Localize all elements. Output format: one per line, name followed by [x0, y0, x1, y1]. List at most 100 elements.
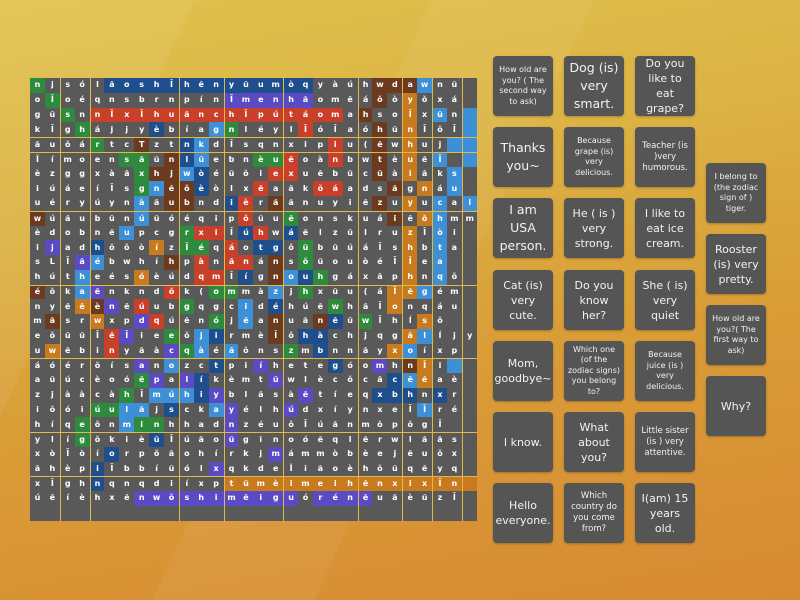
grid-cell[interactable]: q [298, 78, 313, 93]
grid-cell[interactable]: h [268, 358, 284, 373]
grid-cell[interactable]: ú [44, 210, 60, 226]
grid-cell[interactable]: ŭ [193, 151, 209, 167]
grid-cell[interactable]: ú [178, 432, 194, 447]
grid-cell[interactable]: ă [30, 137, 45, 152]
grid-cell[interactable]: u [268, 151, 284, 167]
grid-cell[interactable]: g [417, 284, 433, 300]
grid-cell[interactable]: u [44, 137, 60, 152]
grid-cell[interactable]: x [312, 284, 328, 300]
grid-cell[interactable]: b [387, 387, 403, 403]
grid-cell[interactable] [402, 505, 418, 521]
word-card[interactable]: He ( is ) very strong. [564, 198, 624, 258]
grid-cell[interactable] [446, 151, 462, 167]
grid-cell[interactable]: p [387, 417, 403, 432]
grid-cell[interactable]: ŏ [149, 446, 165, 462]
grid-cell[interactable]: d [44, 225, 60, 241]
grid-cell[interactable]: ú [342, 78, 358, 93]
grid-cell[interactable]: è [193, 181, 209, 196]
grid-cell[interactable]: ó [342, 358, 358, 373]
grid-cell[interactable]: q [327, 432, 343, 447]
grid-cell[interactable]: n [268, 255, 284, 270]
grid-cell[interactable]: x [30, 476, 45, 491]
grid-cell[interactable]: a [268, 181, 284, 196]
grid-cell[interactable]: n [74, 107, 90, 123]
grid-cell[interactable]: b [178, 196, 194, 211]
grid-cell[interactable]: s [134, 78, 150, 93]
grid-cell[interactable]: ( [357, 284, 373, 300]
grid-cell[interactable]: o [298, 210, 313, 226]
grid-cell[interactable]: u [446, 299, 462, 314]
grid-cell[interactable]: í [193, 373, 209, 388]
grid-cell[interactable]: n [223, 122, 239, 137]
grid-cell[interactable]: í [104, 358, 120, 373]
grid-cell[interactable]: m [208, 269, 224, 285]
grid-cell[interactable]: ă [74, 255, 90, 270]
grid-cell[interactable]: ă [417, 166, 433, 182]
grid-cell[interactable] [446, 505, 462, 521]
grid-cell[interactable]: b [327, 166, 343, 182]
grid-cell[interactable]: e [74, 417, 90, 432]
grid-cell[interactable]: d [387, 78, 403, 93]
grid-cell[interactable]: m [238, 373, 254, 388]
grid-cell[interactable]: ă [283, 181, 299, 196]
grid-cell[interactable]: ă [253, 387, 269, 403]
grid-cell[interactable]: s [30, 255, 45, 270]
grid-cell[interactable]: á [74, 137, 90, 152]
grid-cell[interactable]: x [387, 476, 403, 491]
word-card[interactable]: Which one (of the zodiac signs) you belo… [564, 341, 624, 401]
grid-cell[interactable]: a [446, 240, 462, 255]
grid-cell[interactable]: k [432, 166, 447, 182]
word-card[interactable]: I(am) 15 years old. [635, 483, 695, 543]
grid-cell[interactable]: b [134, 92, 150, 108]
grid-cell[interactable]: í [59, 491, 75, 506]
grid-cell[interactable]: x [312, 402, 328, 418]
grid-cell[interactable]: m [30, 314, 45, 329]
grid-cell[interactable]: ŭ [327, 240, 343, 255]
grid-cell[interactable]: t [312, 387, 328, 403]
grid-cell[interactable]: u [74, 210, 90, 226]
grid-cell[interactable]: è [402, 491, 418, 506]
word-card[interactable]: How old are you?( The first way to ask) [706, 305, 766, 365]
grid-cell[interactable]: ú [44, 181, 60, 196]
word-card[interactable]: Teacher (is )very humorous. [635, 127, 695, 187]
grid-cell[interactable]: r [178, 225, 194, 241]
grid-cell[interactable]: ĕ [119, 299, 135, 314]
grid-cell[interactable]: ŏ [44, 402, 60, 418]
grid-cell[interactable]: ŏ [402, 417, 418, 432]
grid-cell[interactable]: ă [387, 491, 403, 506]
grid-cell[interactable]: n [372, 476, 388, 491]
grid-cell[interactable]: i [208, 328, 224, 344]
grid-cell[interactable]: i [193, 387, 209, 403]
grid-cell[interactable]: l [253, 402, 269, 418]
grid-cell[interactable]: h [342, 476, 358, 491]
grid-cell[interactable]: ŏ [446, 269, 462, 285]
grid-cell[interactable]: ĕ [357, 476, 373, 491]
grid-cell[interactable]: ó [119, 373, 135, 388]
grid-cell[interactable]: n [104, 417, 120, 432]
grid-cell[interactable]: ú [164, 314, 179, 329]
grid-cell[interactable]: ŏ [432, 446, 447, 462]
grid-cell[interactable]: i [298, 137, 313, 152]
grid-cell[interactable]: u [30, 196, 45, 211]
grid-cell[interactable]: á [298, 107, 313, 123]
grid-cell[interactable]: è [59, 461, 75, 477]
grid-cell[interactable] [298, 505, 313, 521]
word-card[interactable]: Rooster (is) very pretty. [706, 234, 766, 294]
grid-cell[interactable]: n [164, 151, 179, 167]
grid-cell[interactable]: p [134, 446, 150, 462]
grid-cell[interactable]: ŏ [342, 373, 358, 388]
grid-cell[interactable]: s [283, 255, 299, 270]
grid-cell[interactable]: ŏ [432, 122, 447, 137]
grid-cell[interactable]: g [417, 417, 433, 432]
grid-cell[interactable]: n [149, 417, 165, 432]
grid-cell[interactable]: e [253, 92, 269, 108]
grid-cell[interactable]: a [402, 78, 418, 93]
grid-cell[interactable]: ò [134, 240, 150, 255]
grid-cell[interactable]: o [327, 255, 343, 270]
grid-cell[interactable]: ĺ [402, 314, 418, 329]
grid-cell[interactable]: a [193, 122, 209, 137]
grid-cell[interactable]: ĕ [298, 225, 313, 241]
grid-cell[interactable]: o [238, 240, 254, 255]
grid-cell[interactable]: é [446, 402, 462, 418]
grid-cell[interactable]: a [164, 373, 179, 388]
